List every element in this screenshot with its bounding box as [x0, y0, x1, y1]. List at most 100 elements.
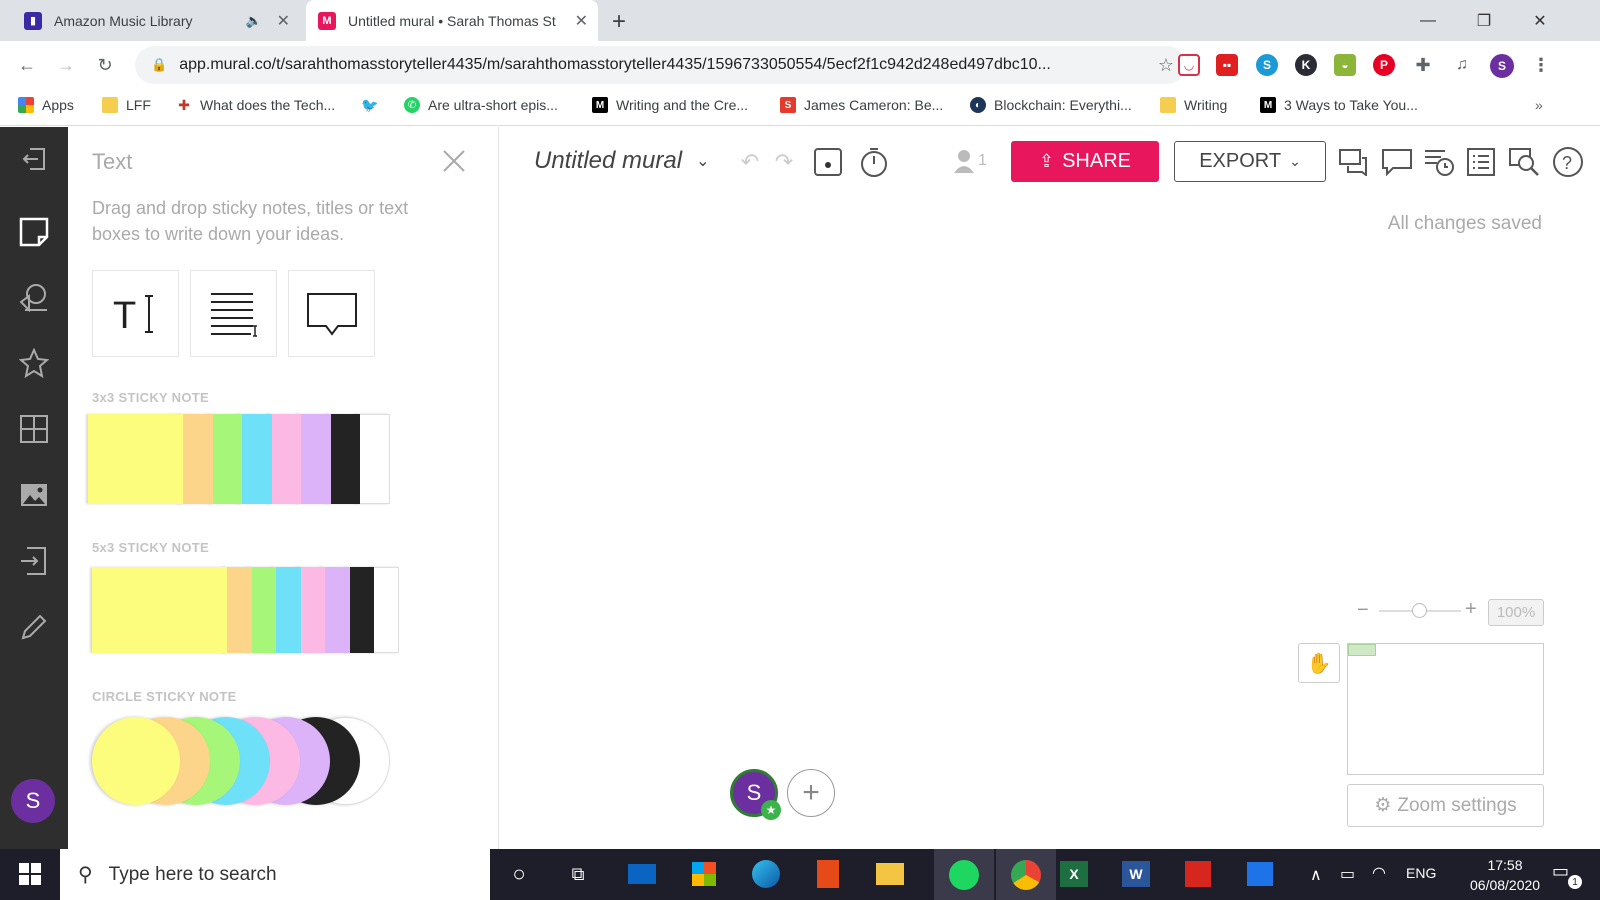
windows-start-icon[interactable] [14, 858, 46, 890]
sticky-3x3-palette[interactable] [88, 412, 403, 507]
bookmark-twitter[interactable]: 🐦 [361, 97, 386, 113]
collaborators-indicator[interactable]: 1 [954, 149, 987, 173]
address-bar[interactable]: 🔒 app.mural.co/t/sarahthomasstoryteller4… [135, 46, 1186, 84]
exit-icon[interactable] [18, 143, 50, 175]
minimize-icon[interactable]: — [1400, 0, 1456, 41]
pinterest-icon[interactable]: P [1373, 54, 1395, 76]
mural-canvas[interactable]: All changes saved − + 100% ✋ ⚙ Zoom sett… [499, 195, 1600, 849]
sticky-note-white[interactable] [370, 567, 399, 653]
redo-icon[interactable]: ↷ [767, 145, 801, 179]
battery-icon[interactable]: ▭ [1340, 864, 1355, 884]
close-panel-icon[interactable] [442, 149, 466, 178]
circle-sticky-yellow[interactable] [92, 717, 180, 805]
more-bookmarks-icon[interactable]: » [1535, 97, 1543, 113]
bookmark-james-cameron[interactable]: S James Cameron: Be... [780, 97, 943, 113]
sticky-note-pink[interactable] [267, 414, 301, 504]
excel-icon[interactable]: X [1058, 858, 1090, 890]
undo-icon[interactable]: ↶ [733, 145, 767, 179]
cortana-icon[interactable]: ○ [503, 858, 535, 890]
close-tab-icon[interactable]: ✕ [277, 11, 290, 31]
speaker-icon[interactable]: 🔈 [246, 13, 262, 29]
new-tab-icon[interactable]: + [612, 8, 626, 36]
bookmark-tech[interactable]: ✚ What does the Tech... [176, 97, 335, 113]
store-app-icon[interactable] [688, 858, 720, 890]
mail-app-icon[interactable] [626, 858, 658, 890]
search-icon[interactable] [1507, 145, 1541, 179]
templates-grid-icon[interactable] [18, 413, 50, 445]
outline-list-icon[interactable] [1464, 145, 1498, 179]
plant-extension-icon[interactable]: ◒ [1334, 54, 1356, 76]
browser-menu-icon[interactable]: ⋮ [1530, 54, 1552, 76]
pocket-icon[interactable]: ◡ [1178, 54, 1200, 76]
image-icon[interactable] [18, 479, 50, 511]
sticky-note-yellow[interactable] [88, 414, 183, 504]
sticky-note-purple[interactable] [321, 567, 350, 653]
close-window-icon[interactable]: ✕ [1512, 0, 1568, 41]
bookmark-lff[interactable]: LFF [102, 97, 151, 113]
spotify-icon[interactable] [934, 849, 994, 900]
extension-red-icon[interactable]: ▪▪ [1216, 54, 1238, 76]
task-view-icon[interactable]: ⧉ [562, 858, 594, 890]
sticky-note-yellow[interactable] [92, 567, 227, 653]
office-app-icon[interactable] [812, 858, 844, 890]
reload-icon[interactable]: ↻ [93, 53, 117, 77]
text-box-tool[interactable] [190, 270, 277, 357]
zoom-slider-handle[interactable] [1412, 603, 1427, 618]
chat-icon[interactable] [1380, 145, 1414, 179]
pan-hand-icon[interactable]: ✋ [1298, 643, 1340, 683]
tab-untitled-mural[interactable]: M Untitled mural • Sarah Thomas St ✕ [306, 0, 598, 41]
language-indicator[interactable]: ENG [1406, 865, 1436, 881]
comment-bubble-tool[interactable] [288, 270, 375, 357]
clock[interactable]: 17:58 06/08/2020 [1470, 855, 1540, 895]
help-icon[interactable]: ? [1551, 145, 1585, 179]
wifi-icon[interactable]: ◠ [1372, 863, 1386, 883]
minimap-viewport[interactable] [1348, 644, 1376, 656]
minimap[interactable] [1347, 643, 1544, 775]
tab-amazon-music[interactable]: ▮ Amazon Music Library 🔈 ✕ [12, 0, 300, 41]
user-avatar[interactable]: S [11, 779, 55, 823]
k-extension-icon[interactable]: K [1295, 54, 1317, 76]
forward-icon[interactable]: → [54, 53, 78, 77]
facilitator-avatar[interactable]: S ★ [730, 769, 781, 820]
bookmark-ultra-short[interactable]: ✆ Are ultra-short epis... [404, 97, 558, 113]
media-control-icon[interactable]: ♫ [1451, 54, 1473, 76]
zoom-percentage[interactable]: 100% [1488, 599, 1544, 626]
sticky-note-orange[interactable] [179, 414, 213, 504]
sticky-5x3-palette[interactable] [92, 567, 414, 655]
star-icon[interactable] [18, 347, 50, 379]
sticky-note-green[interactable] [247, 567, 276, 653]
comments-icon[interactable] [1337, 145, 1371, 179]
circle-sticky-palette[interactable] [92, 717, 412, 807]
zoom-settings-button[interactable]: ⚙ Zoom settings [1347, 784, 1544, 827]
sticky-note-black[interactable] [326, 414, 360, 504]
taskbar-search-box[interactable]: ⚲ Type here to search [60, 849, 490, 900]
acrobat-icon[interactable] [1182, 858, 1214, 890]
sticky-note-blue[interactable] [238, 414, 272, 504]
zoom-in-button[interactable]: + [1465, 598, 1477, 621]
pencil-draw-icon[interactable] [18, 611, 50, 643]
shapes-icon[interactable] [18, 281, 50, 313]
activity-history-icon[interactable] [1422, 145, 1456, 179]
show-hidden-icons-icon[interactable]: ∧ [1310, 865, 1322, 885]
zoom-out-button[interactable]: − [1357, 599, 1369, 622]
bookmark-apps[interactable]: Apps [18, 97, 74, 113]
sticky-note-pink[interactable] [296, 567, 325, 653]
word-icon[interactable]: W [1120, 858, 1152, 890]
back-icon[interactable]: ← [15, 53, 39, 77]
file-explorer-icon[interactable] [874, 858, 906, 890]
profile-avatar[interactable]: S [1490, 54, 1514, 78]
sticky-note-blue[interactable] [272, 567, 301, 653]
bookmark-blockchain[interactable]: ◐ Blockchain: Everythi... [970, 97, 1132, 113]
bookmark-3-ways[interactable]: M 3 Ways to Take You... [1260, 97, 1418, 113]
mural-title[interactable]: Untitled mural ⌄ [534, 147, 709, 175]
notifications-icon[interactable]: ▭ 1 [1552, 861, 1582, 889]
restore-icon[interactable]: ❐ [1456, 0, 1512, 41]
title-text-tool[interactable]: T [92, 270, 179, 357]
sticky-note-white[interactable] [356, 414, 390, 504]
chrome-icon[interactable] [996, 849, 1056, 900]
close-tab-icon[interactable]: ✕ [575, 11, 588, 31]
skype-icon[interactable]: S [1256, 54, 1278, 76]
edge-browser-icon[interactable] [750, 858, 782, 890]
extensions-puzzle-icon[interactable]: ✚ [1412, 54, 1434, 76]
bookmark-writing[interactable]: Writing [1160, 97, 1227, 113]
